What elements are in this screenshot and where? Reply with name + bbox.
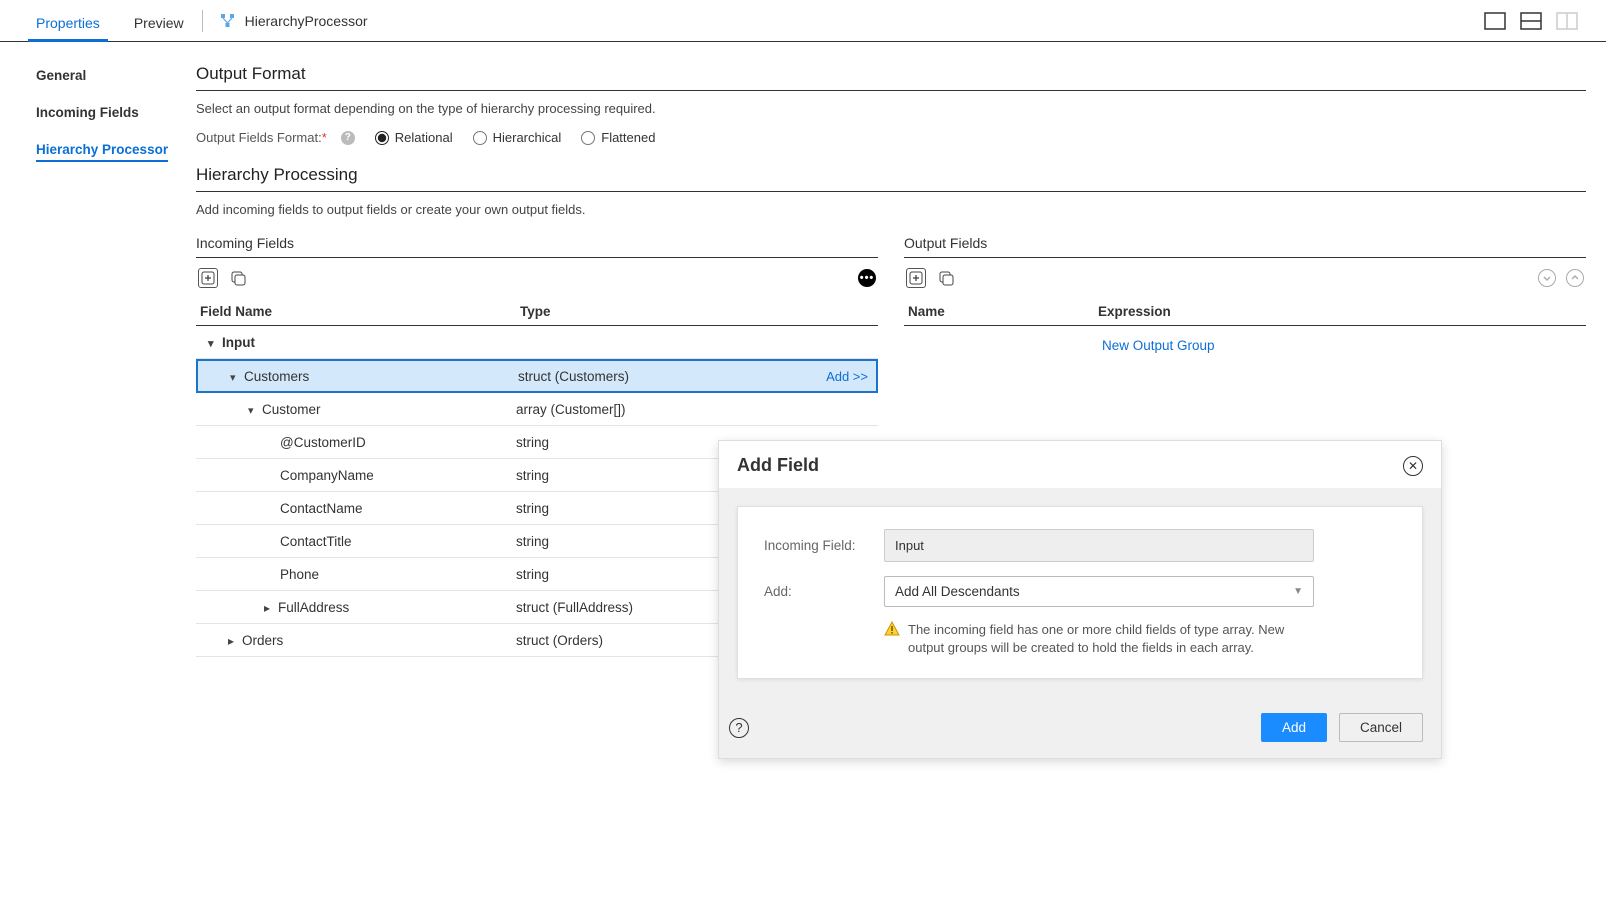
field-name-cell: Phone xyxy=(196,567,516,582)
incoming-row[interactable]: Customer array (Customer[]) xyxy=(196,393,878,426)
field-name: Orders xyxy=(242,633,283,648)
add-field-icon[interactable] xyxy=(198,268,218,288)
hierarchy-processing-title: Hierarchy Processing xyxy=(196,157,1586,192)
field-name: ContactTitle xyxy=(280,534,352,549)
field-name-cell: CompanyName xyxy=(196,468,516,483)
output-toolbar xyxy=(904,258,1586,298)
col-field-name: Field Name xyxy=(200,304,520,319)
more-options-icon[interactable]: ••• xyxy=(858,269,876,287)
tab-properties[interactable]: Properties xyxy=(28,5,108,42)
output-format-desc: Select an output format depending on the… xyxy=(196,91,1586,122)
view-mode-icons xyxy=(1484,12,1588,30)
field-name: FullAddress xyxy=(278,600,349,615)
incoming-fields-title: Incoming Fields xyxy=(196,229,878,258)
top-bar: Properties Preview HierarchyProcessor xyxy=(0,0,1606,42)
help-icon[interactable]: ? xyxy=(729,718,749,738)
incoming-row[interactable]: Input xyxy=(196,326,878,359)
add-output-icon[interactable] xyxy=(906,268,926,288)
copy-output-icon[interactable] xyxy=(936,268,956,288)
warning-icon xyxy=(884,621,900,637)
close-icon[interactable]: ✕ xyxy=(1403,456,1423,476)
field-name-cell: Customers xyxy=(198,369,518,384)
field-name: Input xyxy=(222,335,255,350)
caret-down-icon[interactable] xyxy=(208,335,218,350)
field-type: struct (Customers) xyxy=(518,369,806,384)
field-type: array (Customer[]) xyxy=(516,402,808,417)
output-format-title: Output Format xyxy=(196,56,1586,91)
side-item-hierarchy-processor[interactable]: Hierarchy Processor xyxy=(36,142,168,162)
cancel-button[interactable]: Cancel xyxy=(1339,713,1423,742)
col-expression: Expression xyxy=(1098,304,1582,319)
hierarchy-processing-desc: Add incoming fields to output fields or … xyxy=(196,192,1586,223)
side-menu: General Incoming Fields Hierarchy Proces… xyxy=(0,42,196,657)
dialog-footer: ? Add Cancel xyxy=(719,697,1441,758)
field-name: Customers xyxy=(244,369,309,384)
add-mode-select[interactable]: Add All Descendants ▼ xyxy=(884,576,1314,607)
col-name: Name xyxy=(908,304,1098,319)
radio-hierarchical[interactable]: Hierarchical xyxy=(473,130,562,145)
field-name: ContactName xyxy=(280,501,363,516)
incoming-field-input: Input xyxy=(884,529,1314,562)
collapse-all-icon[interactable] xyxy=(1566,269,1584,287)
field-name-cell: FullAddress xyxy=(196,600,516,615)
add-label: Add: xyxy=(764,584,884,599)
add-mode-value: Add All Descendants xyxy=(895,584,1020,599)
incoming-toolbar: ••• xyxy=(196,258,878,298)
field-name-cell: @CustomerID xyxy=(196,435,516,450)
copy-icon[interactable] xyxy=(228,268,248,288)
field-name-cell: Orders xyxy=(196,633,516,648)
expand-all-icon[interactable] xyxy=(1538,269,1556,287)
add-field-link[interactable]: Add >> xyxy=(826,369,868,384)
chevron-down-icon: ▼ xyxy=(1293,586,1303,597)
view-split-vertical-icon[interactable] xyxy=(1556,12,1578,30)
warning-row: The incoming field has one or more child… xyxy=(884,621,1314,656)
field-name: @CustomerID xyxy=(280,435,366,450)
output-fields-title: Output Fields xyxy=(904,229,1586,258)
view-split-horizontal-icon[interactable] xyxy=(1520,12,1542,30)
field-name-cell: Input xyxy=(196,335,516,350)
col-type: Type xyxy=(520,304,804,319)
divider xyxy=(202,10,203,32)
add-field-dialog: Add Field ✕ Incoming Field: Input Add: A… xyxy=(718,440,1442,759)
tab-preview[interactable]: Preview xyxy=(126,5,192,42)
incoming-field-label: Incoming Field: xyxy=(764,538,884,553)
caret-down-icon[interactable] xyxy=(248,402,258,417)
dialog-header: Add Field ✕ xyxy=(719,441,1441,488)
radio-relational[interactable]: Relational xyxy=(375,130,453,145)
output-table-header: Name Expression xyxy=(904,298,1586,326)
field-name-cell: ContactName xyxy=(196,501,516,516)
incoming-row[interactable]: Customers struct (Customers) Add >> xyxy=(196,359,878,393)
field-name: Customer xyxy=(262,402,321,417)
caret-down-icon[interactable] xyxy=(230,369,240,384)
dialog-inner-panel: Incoming Field: Input Add: Add All Desce… xyxy=(737,506,1423,679)
add-button[interactable]: Add xyxy=(1261,713,1327,742)
processor-name: HierarchyProcessor xyxy=(245,13,368,29)
field-name-cell: ContactTitle xyxy=(196,534,516,549)
view-single-icon[interactable] xyxy=(1484,12,1506,30)
field-name: Phone xyxy=(280,567,319,582)
top-tabs: Properties Preview xyxy=(0,0,192,42)
output-format-row: Output Fields Format:* ? Relational Hier… xyxy=(196,122,1586,157)
caret-right-icon[interactable] xyxy=(228,633,238,648)
side-item-general[interactable]: General xyxy=(36,68,196,83)
dialog-title: Add Field xyxy=(737,455,819,476)
radio-flattened[interactable]: Flattened xyxy=(581,130,655,145)
help-icon[interactable]: ? xyxy=(341,131,355,145)
field-name-cell: Customer xyxy=(196,402,516,417)
warning-text: The incoming field has one or more child… xyxy=(908,621,1314,656)
output-body: New Output Group xyxy=(904,326,1586,353)
field-name: CompanyName xyxy=(280,468,374,483)
new-output-group-link[interactable]: New Output Group xyxy=(1098,338,1215,353)
incoming-table-header: Field Name Type xyxy=(196,298,878,326)
side-item-incoming-fields[interactable]: Incoming Fields xyxy=(36,105,196,120)
output-fields-format-label: Output Fields Format:* xyxy=(196,130,327,145)
caret-right-icon[interactable] xyxy=(264,600,274,615)
hierarchy-processor-icon xyxy=(219,12,237,30)
